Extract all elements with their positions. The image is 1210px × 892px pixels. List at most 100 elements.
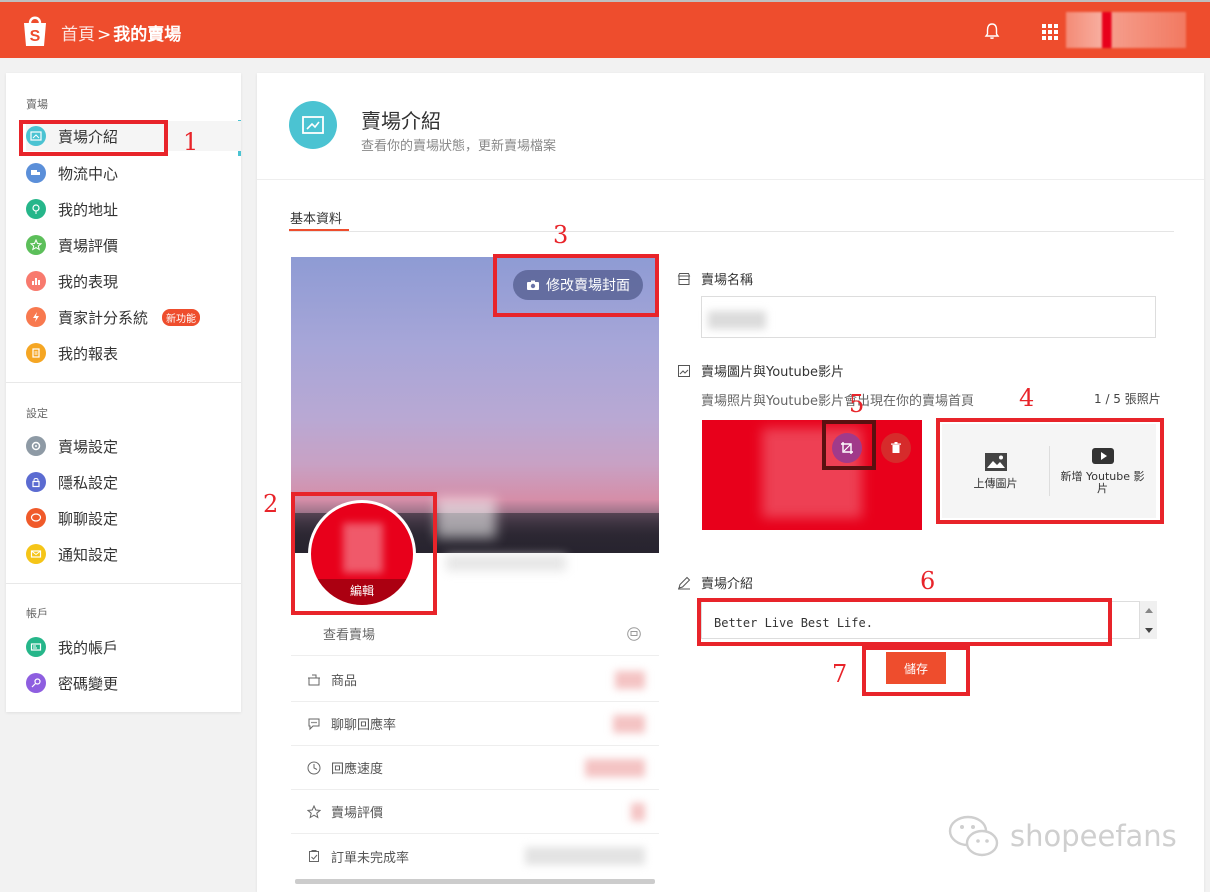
chat-bubble-icon bbox=[308, 718, 320, 730]
top-bar: S 首頁 > 我的賣場 bbox=[0, 0, 1210, 58]
sidebar-item-label: 我的地址 bbox=[58, 200, 119, 219]
breadcrumb: 首頁 > 我的賣場 bbox=[61, 20, 181, 45]
image-icon bbox=[678, 364, 690, 377]
annotation-number-2: 2 bbox=[263, 490, 279, 518]
watermark-text: shopeefans bbox=[1010, 819, 1177, 853]
lightning-icon bbox=[26, 307, 46, 327]
shopee-logo-icon[interactable]: S bbox=[20, 12, 50, 48]
sidebar-section-title: 賣場 bbox=[26, 98, 48, 111]
sidebar-item-label: 密碼變更 bbox=[58, 674, 119, 693]
stat-label: 商品 bbox=[331, 674, 358, 689]
sidebar-item-label: 通知設定 bbox=[58, 545, 119, 564]
sidebar-item-label: 我的帳戶 bbox=[58, 638, 119, 657]
clock-icon bbox=[307, 761, 321, 774]
sidebar-item-my-account[interactable]: 我的帳戶 bbox=[26, 632, 241, 662]
stat-row-incomplete-orders: 訂單未完成率 bbox=[291, 834, 659, 878]
annotation-box-6 bbox=[697, 598, 1112, 646]
tab-basic-info[interactable]: 基本資料 bbox=[290, 208, 342, 227]
sidebar-item-label: 我的表現 bbox=[58, 272, 119, 291]
stat-label: 聊聊回應率 bbox=[331, 718, 397, 733]
annotation-number-3: 3 bbox=[553, 221, 569, 249]
annotation-box-5 bbox=[822, 420, 876, 470]
new-feature-badge: 新功能 bbox=[162, 308, 201, 326]
description-label-row: 賣場介紹 bbox=[677, 573, 753, 592]
watermark: shopeefans bbox=[948, 813, 1177, 859]
description-label: 賣場介紹 bbox=[701, 577, 754, 592]
star-icon bbox=[26, 235, 46, 255]
sidebar-item-address[interactable]: 我的地址 bbox=[26, 194, 241, 224]
stat-row-shop-rating: 賣場評價 bbox=[291, 790, 659, 834]
annotation-box-1 bbox=[19, 120, 168, 156]
chat-icon bbox=[26, 508, 46, 528]
sidebar-item-label: 賣家計分系統 bbox=[58, 308, 149, 327]
key-icon bbox=[26, 673, 46, 693]
view-shop-label: 查看賣場 bbox=[323, 628, 376, 643]
shop-name-input[interactable] bbox=[701, 296, 1156, 338]
annotation-number-7: 7 bbox=[832, 660, 848, 688]
shop-name-label-row: 賣場名稱 bbox=[677, 269, 753, 288]
textarea-scrollbar[interactable] bbox=[1139, 601, 1157, 639]
stat-label: 回應速度 bbox=[331, 762, 384, 777]
photo-count: 1 / 5 張照片 bbox=[1094, 392, 1161, 406]
media-label: 賣場圖片與Youtube影片 bbox=[701, 365, 844, 380]
sidebar-item-shop-settings[interactable]: 賣場設定 bbox=[26, 431, 241, 461]
sidebar-item-label: 賣場評價 bbox=[58, 236, 119, 255]
user-account-blurred[interactable] bbox=[1066, 12, 1186, 48]
header-divider bbox=[257, 179, 1204, 180]
sidebar-item-chat-settings[interactable]: 聊聊設定 bbox=[26, 503, 241, 533]
sidebar-item-privacy[interactable]: 隱私設定 bbox=[26, 467, 241, 497]
sidebar-item-notification-settings[interactable]: 通知設定 bbox=[26, 539, 241, 569]
star-outline-icon bbox=[307, 804, 321, 819]
sidebar-item-performance[interactable]: 我的表現 bbox=[26, 266, 241, 296]
breadcrumb-current: 我的賣場 bbox=[113, 25, 182, 45]
sidebar-item-label: 我的報表 bbox=[58, 344, 119, 363]
stats-scrollbar[interactable] bbox=[295, 879, 655, 884]
annotation-number-5: 5 bbox=[849, 390, 865, 418]
sidebar-item-label: 賣場設定 bbox=[58, 437, 119, 456]
sidebar-item-label: 聊聊設定 bbox=[58, 509, 119, 528]
scroll-arrows-icon bbox=[1145, 608, 1153, 633]
sidebar-item-label: 物流中心 bbox=[58, 164, 119, 183]
report-icon bbox=[26, 343, 46, 363]
breadcrumb-home[interactable]: 首頁 bbox=[61, 25, 95, 45]
sidebar-item-logistics[interactable]: 物流中心 bbox=[26, 158, 241, 188]
sidebar-section-title: 帳戶 bbox=[26, 607, 48, 620]
mail-icon bbox=[26, 544, 46, 564]
stat-row-chat-response-rate: 聊聊回應率 bbox=[291, 702, 659, 746]
chart-icon bbox=[26, 271, 46, 291]
clipboard-icon bbox=[309, 850, 319, 862]
media-hint: 賣場照片與Youtube影片會出現在你的賣場首頁 bbox=[701, 394, 974, 409]
delete-photo-button[interactable] bbox=[881, 433, 911, 463]
shop-id-blurred bbox=[446, 555, 566, 571]
bell-icon[interactable] bbox=[984, 22, 1000, 40]
monitor-icon bbox=[627, 626, 641, 641]
truck-icon bbox=[26, 163, 46, 183]
annotation-number-6: 6 bbox=[920, 567, 936, 595]
apps-grid-icon[interactable] bbox=[1042, 24, 1058, 40]
shop-name-label: 賣場名稱 bbox=[701, 273, 754, 288]
stat-label: 賣場評價 bbox=[331, 806, 384, 821]
location-icon bbox=[26, 199, 46, 219]
annotation-box-7 bbox=[862, 646, 970, 696]
sidebar-item-label: 隱私設定 bbox=[58, 473, 119, 492]
sidebar: 賣場 賣場介紹 物流中心 我的地址 賣場評價 我的表現 賣家計分系統 新功能 我… bbox=[6, 73, 241, 712]
media-label-row: 賣場圖片與Youtube影片 bbox=[677, 361, 844, 380]
sidebar-item-ratings[interactable]: 賣場評價 bbox=[26, 230, 241, 260]
stat-row-products: 商品 bbox=[291, 658, 659, 702]
tabs-divider bbox=[289, 231, 1174, 232]
sidebar-divider bbox=[6, 382, 241, 383]
shop-stats-list: 查看賣場 商品 聊聊回應率 回應速度 賣場評價 訂單未完成率 bbox=[291, 612, 659, 884]
view-shop-link[interactable]: 查看賣場 bbox=[291, 612, 659, 656]
id-card-icon bbox=[26, 637, 46, 657]
annotation-box-3 bbox=[493, 254, 659, 317]
lock-icon bbox=[26, 472, 46, 492]
sidebar-item-reports[interactable]: 我的報表 bbox=[26, 338, 241, 368]
sidebar-divider bbox=[6, 583, 241, 584]
pencil-icon bbox=[678, 576, 691, 589]
sidebar-item-change-password[interactable]: 密碼變更 bbox=[26, 668, 241, 698]
box-icon bbox=[308, 674, 320, 685]
annotation-number-1: 1 bbox=[183, 128, 199, 156]
svg-text:S: S bbox=[30, 28, 41, 45]
sidebar-section-title: 設定 bbox=[26, 407, 48, 420]
sidebar-item-seller-score[interactable]: 賣家計分系統 新功能 bbox=[26, 302, 241, 332]
